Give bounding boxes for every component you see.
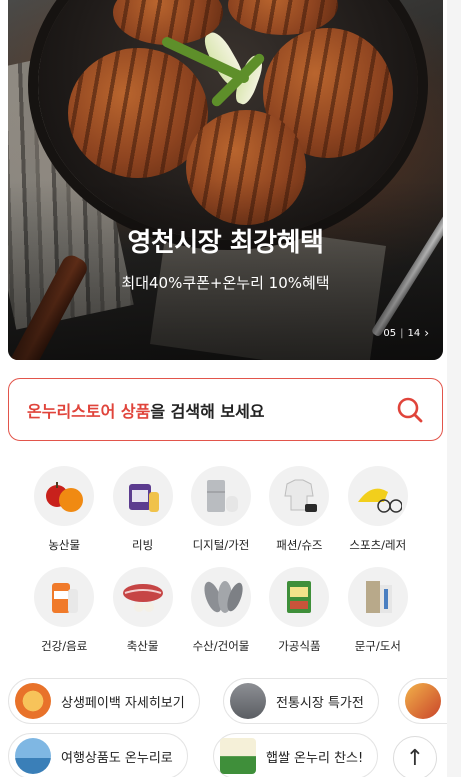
fruit-icon [34, 466, 95, 526]
category-label: 건강/음료 [41, 639, 88, 653]
page-edge [447, 0, 461, 777]
category-label: 디지털/가전 [192, 538, 250, 552]
chevron-right-icon[interactable]: › [424, 326, 429, 340]
supplement-icon [34, 567, 95, 627]
category-seafood[interactable]: 수산/건어물 [182, 567, 260, 654]
hero-banner[interactable]: 영천시장 최강혜택 최대40%쿠폰+온누리 10%혜택 05 | 14 › [8, 0, 443, 360]
chip-travel[interactable]: 여행상품도 온누리로 [8, 733, 188, 777]
category-agriculture[interactable]: 농산물 [25, 466, 103, 553]
search-bar[interactable]: 온누리스토어 상품을 검색해 보세요 [8, 378, 443, 441]
scroll-to-top-button[interactable]: ↑ [393, 736, 437, 777]
quick-links-row: 상생페이백 자세히보기 전통시장 특가전 온 [8, 678, 461, 726]
travel-icon [15, 738, 51, 774]
category-sports[interactable]: 스포츠/레저 [339, 466, 417, 553]
category-label: 패션/슈즈 [276, 538, 323, 552]
processed-food-icon [269, 567, 330, 627]
chip-label: 상생페이백 자세히보기 [61, 695, 185, 711]
pager-separator: | [400, 327, 404, 339]
category-label: 리빙 [132, 538, 154, 552]
category-label: 스포츠/레저 [349, 538, 407, 552]
search-placeholder[interactable]: 온누리스토어 상품을 검색해 보세요 [27, 398, 396, 422]
rice-icon [220, 738, 256, 774]
category-grid: 농산물 리빙 디지털/가전 패션/슈즈 스포츠/레저 건강/음료 축산물 수산/… [25, 466, 417, 654]
payback-icon [15, 683, 51, 719]
search-icon[interactable] [396, 396, 424, 424]
pager-total: 14 [407, 327, 421, 339]
category-label: 축산물 [126, 639, 159, 653]
arrow-up-icon: ↑ [405, 745, 425, 771]
chip-label: 여행상품도 온누리로 [61, 750, 173, 766]
category-label: 문구/도서 [354, 639, 401, 653]
search-rest: 을 검색해 보세요 [150, 401, 265, 421]
category-living[interactable]: 리빙 [103, 466, 181, 553]
category-processed-food[interactable]: 가공식품 [260, 567, 338, 654]
pager-current: 05 [383, 327, 397, 339]
banner-pager[interactable]: 05 | 14 › [383, 326, 429, 340]
stationery-icon [347, 567, 408, 627]
category-label: 농산물 [48, 538, 81, 552]
category-label: 가공식품 [278, 639, 321, 653]
household-icon [112, 466, 173, 526]
category-meat[interactable]: 축산물 [103, 567, 181, 654]
clothing-icon [269, 466, 330, 526]
chip-market-sale[interactable]: 전통시장 특가전 [223, 678, 379, 724]
chip-label: 전통시장 특가전 [276, 695, 364, 711]
category-health[interactable]: 건강/음료 [25, 567, 103, 654]
promo-icon [405, 683, 441, 719]
category-fashion[interactable]: 패션/슈즈 [260, 466, 338, 553]
chip-label: 햅쌀 온누리 찬스! [266, 750, 364, 766]
market-icon [230, 683, 266, 719]
meat-icon [112, 567, 173, 627]
banner-title: 영천시장 최강혜택 [127, 228, 324, 258]
banner-subtitle: 최대40%쿠폰+온누리 10%혜택 [121, 274, 330, 292]
fish-icon [190, 567, 251, 627]
chip-rice[interactable]: 햅쌀 온누리 찬스! [213, 733, 379, 777]
category-stationery[interactable]: 문구/도서 [339, 567, 417, 654]
search-highlight: 온누리스토어 상품 [27, 401, 151, 421]
category-digital[interactable]: 디지털/가전 [182, 466, 260, 553]
chip-payback[interactable]: 상생페이백 자세히보기 [8, 678, 200, 724]
banner-shade [8, 180, 443, 360]
category-label: 수산/건어물 [192, 639, 250, 653]
appliance-icon [190, 466, 251, 526]
tent-bike-icon [347, 466, 408, 526]
